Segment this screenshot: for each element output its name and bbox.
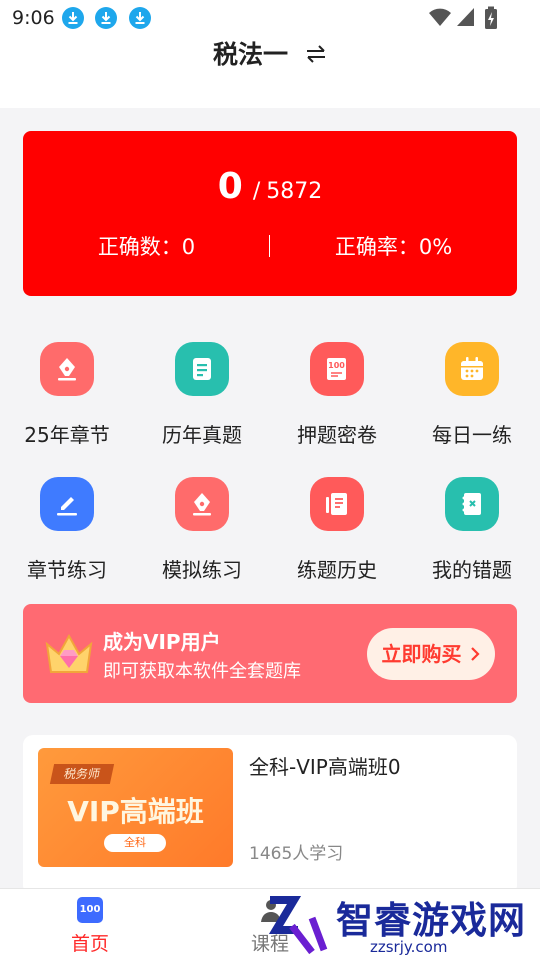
download-icon	[129, 7, 151, 29]
accuracy-rate: 正确率：0%	[334, 235, 453, 259]
download-icon	[62, 7, 84, 29]
grid-item-chapter-practice[interactable]: 章节练习	[0, 477, 134, 597]
grid-item-label: 模拟练习	[162, 558, 242, 582]
exam-paper-icon: 100	[310, 342, 364, 396]
watermark-brand: 智睿游戏网	[336, 899, 526, 942]
grid-item-label: 25年章节	[24, 423, 110, 447]
watermark: 智睿游戏网 zzsrjy.com	[262, 890, 540, 960]
grid-item-label: 章节练习	[27, 558, 107, 582]
battery-icon	[485, 6, 497, 29]
course-thumbnail: 税务师 VIP高端班 全科	[38, 748, 233, 867]
course-thumb-tag: 税务师	[49, 764, 115, 784]
subject-switcher[interactable]: 税法一	[0, 36, 540, 74]
correct-count: 正确数：0	[97, 235, 196, 259]
nav-home[interactable]: 100 首页	[50, 889, 130, 960]
vip-subtitle: 即可获取本软件全套题库	[103, 661, 301, 682]
signal-icon	[457, 8, 474, 26]
course-thumb-pill: 全科	[104, 834, 166, 852]
grid-item-predicted-papers[interactable]: 100 押题密卷	[270, 342, 404, 462]
download-icon	[95, 7, 117, 29]
score-summary: 0 /5872	[23, 166, 517, 207]
page-title: 税法一	[212, 40, 288, 69]
svg-text:100: 100	[328, 361, 345, 370]
document-icon	[175, 342, 229, 396]
answered-count: 0	[217, 166, 243, 207]
grid-item-wrong-questions[interactable]: 我的错题	[405, 477, 539, 597]
wrong-notebook-icon	[445, 477, 499, 531]
score-card: 0 /5872 正确数：0 正确率：0%	[23, 131, 517, 296]
grid-item-label: 押题密卷	[297, 423, 377, 447]
total-questions: 5872	[266, 179, 323, 204]
score-separator: /	[252, 179, 261, 204]
grid-item-practice-history[interactable]: 练题历史	[270, 477, 404, 597]
course-learners: 1465人学习	[249, 844, 344, 864]
edit-icon	[40, 477, 94, 531]
diamond-crown-icon	[45, 633, 93, 673]
grid-item-label: 练题历史	[297, 558, 377, 582]
watermark-url: zzsrjy.com	[370, 938, 448, 956]
calendar-icon	[445, 342, 499, 396]
wifi-icon	[429, 8, 451, 26]
pen-nib-icon	[40, 342, 94, 396]
header: 税法一	[0, 36, 540, 108]
nav-home-label: 首页	[70, 933, 109, 955]
course-title: 全科-VIP高端班0	[249, 755, 401, 779]
course-thumb-title: VIP高端班	[67, 795, 204, 828]
watermark-logo	[268, 896, 328, 955]
pen-nib-icon	[175, 477, 229, 531]
status-time: 9:06	[12, 7, 55, 29]
swap-icon	[307, 45, 326, 63]
vip-banner[interactable]: 成为VIP用户 即可获取本软件全套题库 立即购买	[23, 604, 517, 703]
grid-item-label: 历年真题	[162, 423, 242, 447]
home-100-icon: 100	[77, 897, 103, 923]
grid-item-label: 每日一练	[432, 423, 512, 447]
grid-item-daily-practice[interactable]: 每日一练	[405, 342, 539, 462]
grid-item-label: 我的错题	[432, 558, 512, 582]
grid-item-mock-practice[interactable]: 模拟练习	[135, 477, 269, 597]
status-bar: 9:06	[0, 0, 540, 36]
history-notes-icon	[310, 477, 364, 531]
course-card[interactable]: 税务师 VIP高端班 全科 全科-VIP高端班0 1465人学习	[23, 735, 517, 895]
chevron-right-icon	[471, 647, 481, 661]
vip-title: 成为VIP用户	[103, 630, 221, 654]
grid-item-chapters-25[interactable]: 25年章节	[0, 342, 134, 462]
grid-item-past-exams[interactable]: 历年真题	[135, 342, 269, 462]
buy-now-button[interactable]: 立即购买	[367, 628, 495, 680]
buy-now-label: 立即购买	[381, 642, 462, 666]
